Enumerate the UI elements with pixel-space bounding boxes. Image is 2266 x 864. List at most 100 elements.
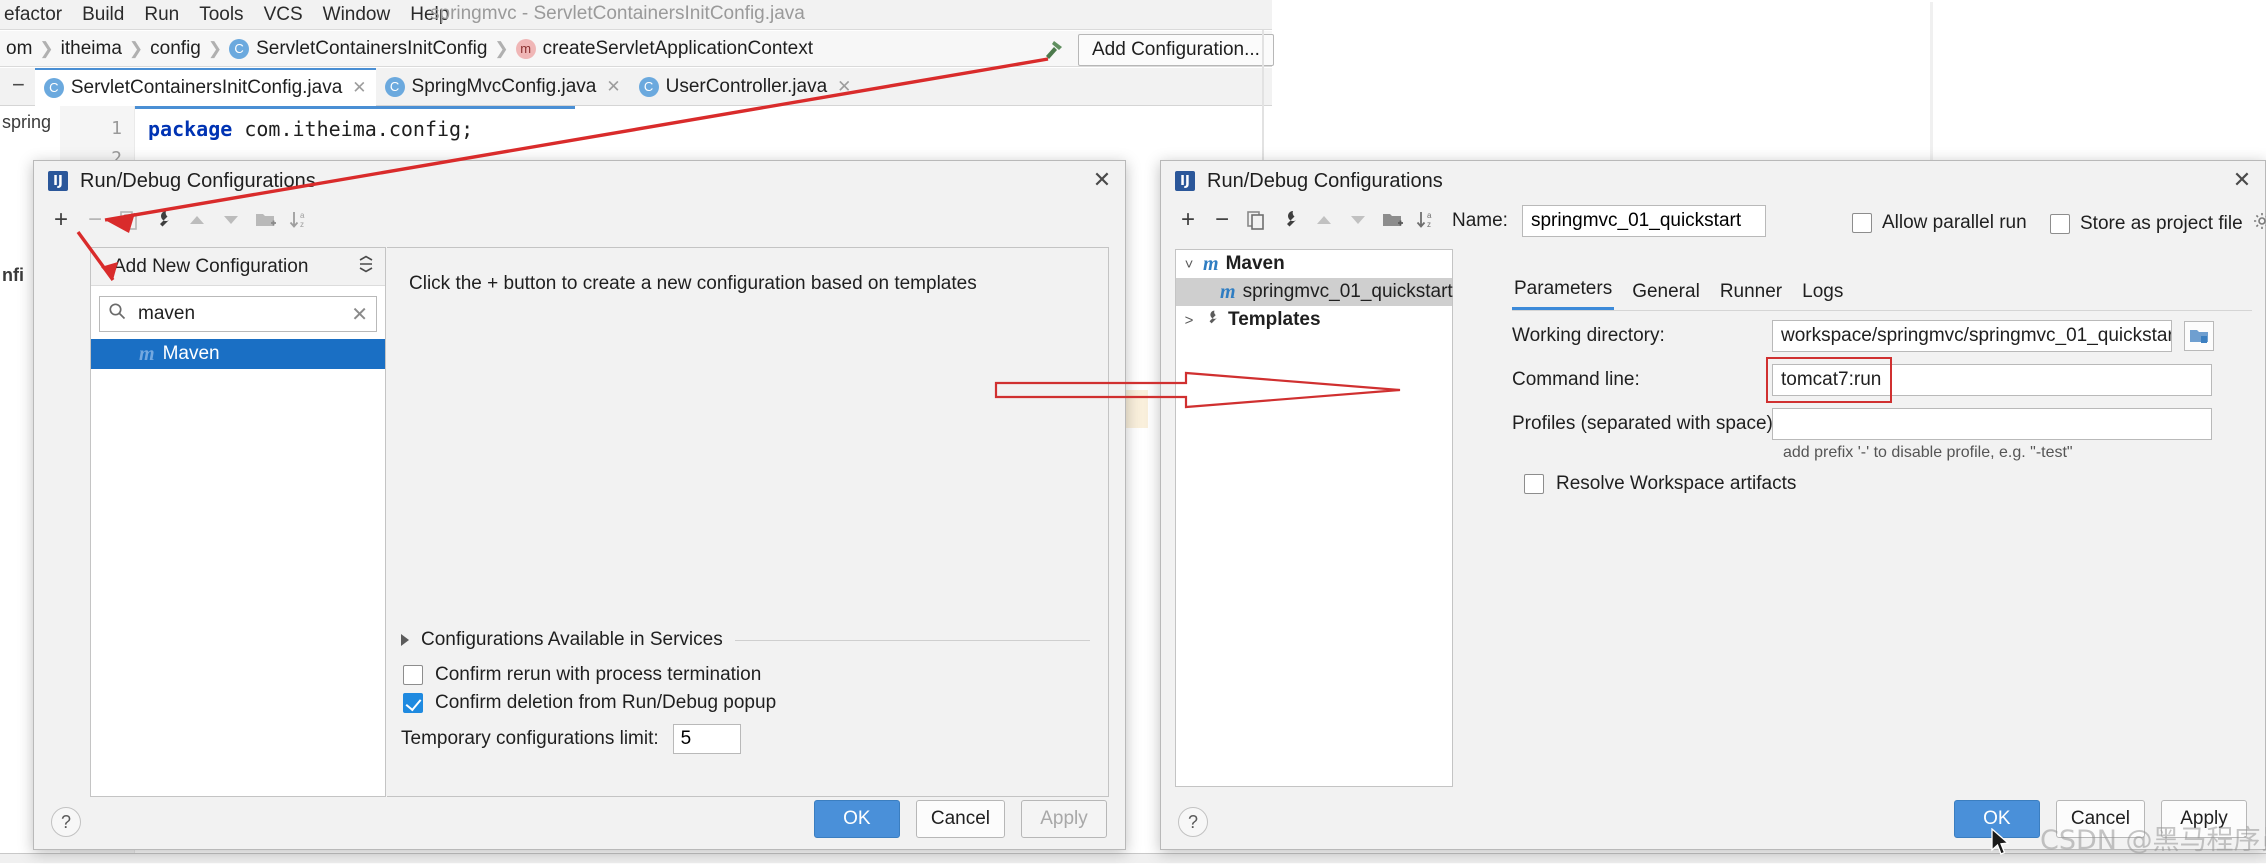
window-title: springmvc - ServletContainersInitConfig.… <box>430 3 805 24</box>
list-item-maven[interactable]: m Maven <box>91 339 385 369</box>
close-icon[interactable]: ✕ <box>1091 169 1113 192</box>
checkbox-box[interactable] <box>2050 214 2070 234</box>
tree-node-label: Templates <box>1228 309 1321 330</box>
menu-item-tools[interactable]: Tools <box>199 4 243 26</box>
breadcrumb-item-config[interactable]: config <box>150 38 201 60</box>
tree-node-label: Maven <box>1225 253 1285 274</box>
configurations-tree[interactable]: ˅ m Maven m springmvc_01_quickstart ˃ Te… <box>1175 249 1453 787</box>
menu-item-refactor[interactable]: efactor <box>4 4 62 26</box>
chevron-right-icon[interactable]: ˃ <box>1182 312 1196 329</box>
add-icon[interactable]: + <box>44 205 78 235</box>
help-icon[interactable]: ? <box>1178 807 1208 837</box>
temporary-configurations-limit: Temporary configurations limit: <box>401 724 741 754</box>
help-icon[interactable]: ? <box>51 807 81 837</box>
new-folder-icon[interactable] <box>248 205 282 235</box>
edit-templates-icon[interactable] <box>146 205 180 235</box>
breadcrumb-item-om[interactable]: om <box>6 38 32 60</box>
name-input[interactable] <box>1521 205 1766 237</box>
breadcrumb-item-itheima[interactable]: itheima <box>61 38 122 60</box>
breadcrumb-item-method[interactable]: createServletApplicationContext <box>543 38 813 60</box>
close-icon[interactable]: ✕ <box>606 77 620 97</box>
close-icon[interactable]: ✕ <box>352 78 366 98</box>
profiles-hint: add prefix '-' to disable profile, e.g. … <box>1783 444 2073 461</box>
minimize-icon[interactable]: − <box>8 73 35 100</box>
clear-icon[interactable]: ✕ <box>351 302 368 327</box>
editor-tab-springmvcconfig[interactable]: C SpringMvcConfig.java ✕ <box>376 68 630 106</box>
checkbox-resolve-workspace-artifacts[interactable]: Resolve Workspace artifacts <box>1524 473 1796 495</box>
checkbox-box[interactable] <box>1852 213 1872 233</box>
working-directory-input[interactable]: workspace/springmvc/springmvc_01_quickst… <box>1772 320 2172 352</box>
tab-runner[interactable]: Runner <box>1718 281 1784 310</box>
sort-alphabetically-icon[interactable]: az <box>1409 205 1443 235</box>
sort-alphabetically-icon[interactable]: az <box>282 205 316 235</box>
move-up-icon[interactable] <box>1307 205 1341 235</box>
checkbox-confirm-deletion[interactable]: Confirm deletion from Run/Debug popup <box>403 692 776 714</box>
menu-item-build[interactable]: Build <box>82 4 124 26</box>
expand-collapse-icon[interactable] <box>357 255 375 279</box>
move-down-icon[interactable] <box>1341 205 1375 235</box>
search-box[interactable]: ✕ <box>99 296 377 332</box>
build-hammer-icon[interactable] <box>1040 37 1066 63</box>
tree-node-maven[interactable]: ˅ m Maven <box>1176 250 1452 278</box>
checkbox-box[interactable] <box>403 665 423 685</box>
svg-text:a: a <box>1427 211 1432 220</box>
temp-limit-input[interactable] <box>672 724 741 754</box>
code-keyword: package <box>148 117 233 141</box>
copy-icon[interactable] <box>112 205 146 235</box>
checkbox-label: Confirm deletion from Run/Debug popup <box>435 692 777 713</box>
gear-icon[interactable] <box>2253 212 2266 236</box>
chevron-down-icon[interactable]: ˅ <box>1182 256 1196 273</box>
menu-item-run[interactable]: Run <box>144 4 179 26</box>
close-icon[interactable]: ✕ <box>2231 169 2253 192</box>
triangle-right-icon[interactable] <box>401 634 409 646</box>
edit-templates-icon[interactable] <box>1273 205 1307 235</box>
checkbox-label: Resolve Workspace artifacts <box>1556 473 1797 494</box>
copy-icon[interactable] <box>1239 205 1273 235</box>
checkbox-box[interactable] <box>403 693 423 713</box>
checkbox-confirm-rerun[interactable]: Confirm rerun with process termination <box>403 664 761 686</box>
editor-tab-label: ServletContainersInitConfig.java <box>70 76 343 98</box>
panel-title: Add New Configuration <box>113 255 309 277</box>
list-item-label: Maven <box>162 343 220 364</box>
java-class-icon: C <box>43 77 64 98</box>
checkbox-allow-parallel-run[interactable]: Allow parallel run <box>1852 212 2027 234</box>
close-icon[interactable]: ✕ <box>837 77 851 97</box>
maven-icon: m <box>1220 280 1236 303</box>
structure-strip-label: nfi <box>2 265 24 285</box>
tree-node-templates[interactable]: ˃ Templates <box>1176 306 1452 334</box>
checkbox-box[interactable] <box>1524 474 1544 494</box>
cancel-button[interactable]: Cancel <box>915 800 1005 838</box>
tab-logs[interactable]: Logs <box>1800 281 1845 310</box>
breadcrumb-separator: ❯ <box>128 38 144 58</box>
add-icon[interactable]: + <box>1171 205 1205 235</box>
menu-item-vcs[interactable]: VCS <box>264 4 303 26</box>
method-icon: m <box>515 38 536 59</box>
remove-icon[interactable]: − <box>78 205 112 235</box>
search-input[interactable] <box>136 302 342 326</box>
configuration-detail-panel: Click the + button to create a new confi… <box>387 247 1109 797</box>
add-configuration-button[interactable]: Add Configuration... <box>1078 34 1274 66</box>
tab-general[interactable]: General <box>1630 281 1702 310</box>
intellij-idea-icon: IJ <box>1175 171 1195 191</box>
dialog-title-bar: IJ Run/Debug Configurations ✕ <box>1161 161 2265 201</box>
editor-tab-usercontroller[interactable]: C UserController.java ✕ <box>630 68 861 106</box>
editor-tab-servletcontainersinitconfig[interactable]: C ServletContainersInitConfig.java ✕ <box>34 67 376 106</box>
name-field-row: Name: <box>1452 205 1766 237</box>
ok-button[interactable]: OK <box>813 800 900 838</box>
name-label: Name: <box>1452 210 1508 231</box>
tab-parameters[interactable]: Parameters <box>1512 278 1615 310</box>
tree-node-label: springmvc_01_quickstart <box>1242 281 1453 302</box>
services-collapsible-section[interactable]: Configurations Available in Services <box>401 629 1090 651</box>
tree-node-springmvc-01-quickstart[interactable]: m springmvc_01_quickstart <box>1176 278 1453 306</box>
new-folder-icon[interactable] <box>1375 205 1409 235</box>
menu-item-window[interactable]: Window <box>323 4 391 26</box>
apply-button[interactable]: Apply <box>1021 800 1107 838</box>
breadcrumb-item-class[interactable]: ServletContainersInitConfig <box>256 38 487 60</box>
checkbox-label: Allow parallel run <box>1882 212 2027 233</box>
checkbox-store-as-project-file[interactable]: Store as project file <box>2050 212 2266 236</box>
remove-icon[interactable]: − <box>1205 205 1239 235</box>
module-icon[interactable] <box>2184 321 2214 351</box>
move-down-icon[interactable] <box>214 205 248 235</box>
profiles-input[interactable] <box>1772 408 2212 440</box>
move-up-icon[interactable] <box>180 205 214 235</box>
